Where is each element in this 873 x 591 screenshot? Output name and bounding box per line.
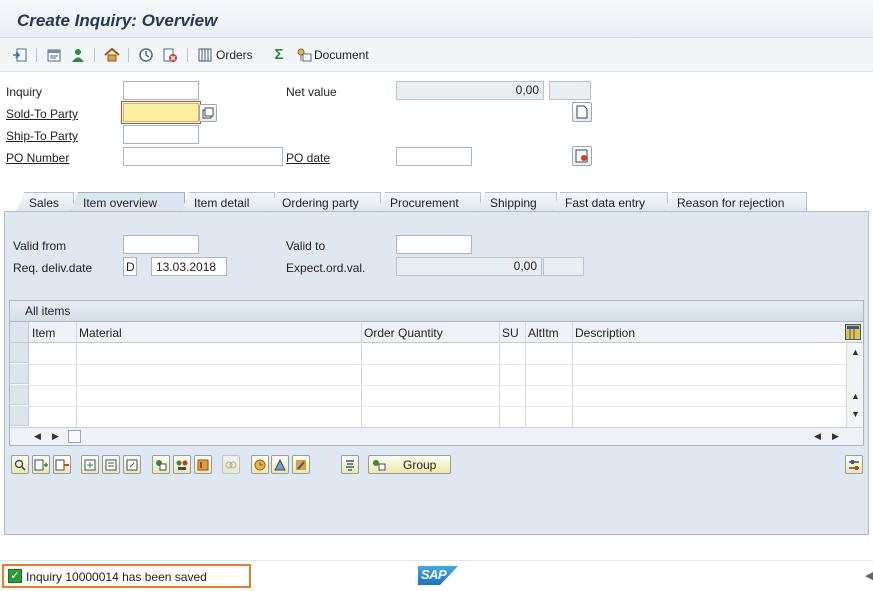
home-icon[interactable] — [104, 47, 120, 63]
table-row[interactable] — [29, 385, 846, 386]
item-details-icon[interactable] — [11, 455, 29, 474]
title-bar: Create Inquiry: Overview — [0, 0, 873, 38]
scroll-up-icon[interactable]: ▲ — [851, 347, 860, 357]
scroll-down-icon[interactable]: ▼ — [851, 409, 860, 419]
config-icon[interactable] — [152, 455, 170, 474]
net-value-field: 0,00 — [396, 81, 544, 100]
schedule-lines-icon[interactable] — [251, 455, 269, 474]
select-block-icon[interactable] — [102, 455, 120, 474]
scroll-left-end-icon[interactable]: ◀ — [814, 431, 821, 442]
po-document-icon[interactable] — [572, 146, 592, 166]
delete-row-icon[interactable] — [53, 455, 71, 474]
select-all-icon[interactable] — [81, 455, 99, 474]
tab-shipping[interactable]: Shipping — [477, 192, 557, 212]
cancel-status-icon[interactable] — [162, 47, 178, 63]
sold-to-label[interactable]: Sold-To Party — [6, 107, 78, 121]
po-number-label[interactable]: PO Number — [6, 151, 69, 165]
table-config-icon[interactable] — [845, 455, 863, 474]
table-header: Item Material Order Quantity SU AltItm D… — [10, 322, 863, 343]
po-date-label[interactable]: PO date — [286, 151, 330, 165]
table-settings-icon[interactable] — [845, 324, 861, 340]
column-header-material[interactable]: Material — [79, 326, 122, 340]
horizontal-scrollbar[interactable]: ◀ ▶ ◀ ▶ — [10, 427, 863, 445]
page-title: Create Inquiry: Overview — [17, 11, 218, 30]
column-header-item[interactable]: Item — [32, 326, 55, 340]
inquiry-label: Inquiry — [6, 85, 43, 99]
group-button-label: Group — [403, 457, 437, 472]
scroll-up-step-icon[interactable]: ▲ — [851, 391, 860, 401]
table-title: All items — [10, 301, 863, 322]
sap-logo: SAP — [418, 566, 458, 585]
edit-icon[interactable] — [292, 455, 310, 474]
net-value-label: Net value — [286, 85, 337, 99]
row-selector[interactable] — [10, 406, 29, 426]
ship-to-field[interactable] — [123, 125, 199, 144]
inquiry-field[interactable] — [123, 81, 199, 100]
availability-icon[interactable] — [271, 455, 289, 474]
req-deliv-date-field[interactable] — [151, 257, 227, 276]
tab-item-overview[interactable]: Item overview — [70, 192, 185, 212]
pricing-icon[interactable] — [194, 455, 212, 474]
column-header-su[interactable]: SU — [502, 326, 519, 340]
header-details-icon[interactable] — [46, 47, 62, 63]
scroll-left-icon[interactable]: ◀ — [34, 431, 41, 442]
sold-to-field[interactable] — [121, 101, 201, 124]
disabled-copy-icon — [222, 455, 240, 474]
display-doc-flow-icon[interactable] — [12, 47, 28, 63]
valid-to-field[interactable] — [396, 235, 472, 254]
document-button-label[interactable]: Document — [314, 48, 369, 62]
ship-to-label[interactable]: Ship-To Party — [6, 129, 78, 143]
group-button[interactable]: Group — [368, 455, 451, 474]
scroll-right-end-icon[interactable]: ▶ — [832, 431, 839, 442]
expect-ord-val-label: Expect.ord.val. — [286, 261, 366, 275]
application-toolbar: Orders Σ Document — [0, 38, 873, 72]
create-document-icon[interactable] — [572, 102, 592, 122]
expect-ord-val-field: 0,00 — [396, 257, 542, 276]
po-date-field[interactable] — [396, 147, 472, 166]
deselect-all-icon[interactable] — [123, 455, 141, 474]
column-header-order-quantity[interactable]: Order Quantity — [364, 326, 443, 340]
net-value-currency-field — [549, 81, 591, 100]
business-partner-icon[interactable] — [70, 47, 86, 63]
scroll-right-icon[interactable]: ▶ — [52, 431, 59, 442]
document-icon[interactable] — [296, 47, 312, 63]
table-row[interactable] — [29, 364, 846, 365]
insert-row-icon[interactable] — [32, 455, 50, 474]
row-selector[interactable] — [10, 385, 29, 405]
sigma-icon[interactable]: Σ — [271, 47, 287, 63]
stock-overview-icon[interactable] — [138, 47, 154, 63]
items-table: All items Item Material Order Quantity S… — [9, 300, 864, 446]
status-expand-icon[interactable]: ◀ — [865, 569, 873, 582]
orders-button-label[interactable]: Orders — [216, 48, 253, 62]
status-message-text: Inquiry 10000014 has been saved — [26, 570, 207, 584]
partner-icon[interactable] — [173, 455, 191, 474]
req-deliv-date-label: Req. deliv.date — [13, 261, 93, 275]
status-bar: ✓ Inquiry 10000014 has been saved SAP ◀ — [0, 560, 873, 591]
status-message[interactable]: ✓ Inquiry 10000014 has been saved — [2, 564, 251, 588]
valid-to-label: Valid to — [286, 239, 326, 253]
sort-icon[interactable] — [341, 455, 359, 474]
value-help-icon[interactable] — [199, 104, 217, 122]
table-row[interactable] — [29, 406, 846, 407]
row-selector[interactable] — [10, 364, 29, 384]
select-all-cell[interactable] — [10, 322, 29, 342]
tab-fast-data-entry[interactable]: Fast data entry — [552, 192, 668, 212]
valid-from-field[interactable] — [123, 235, 199, 254]
success-check-icon: ✓ — [8, 569, 22, 583]
row-selector[interactable] — [10, 343, 29, 363]
scroll-thumb[interactable] — [68, 430, 81, 443]
vertical-scrollbar[interactable]: ▲ ▲ ▼ — [846, 343, 863, 427]
tab-sales[interactable]: Sales — [16, 192, 74, 212]
expect-ord-currency-field — [543, 257, 584, 276]
req-deliv-type-field[interactable] — [123, 257, 137, 276]
tab-procurement[interactable]: Procurement — [377, 192, 481, 212]
column-header-description[interactable]: Description — [575, 326, 635, 340]
po-number-field[interactable] — [123, 147, 283, 166]
valid-from-label: Valid from — [13, 239, 67, 253]
orders-icon[interactable] — [197, 47, 213, 63]
tab-item-detail[interactable]: Item detail — [181, 192, 275, 212]
tab-ordering-party[interactable]: Ordering party — [269, 192, 381, 212]
tab-reason-for-rejection[interactable]: Reason for rejection — [664, 192, 807, 212]
column-header-altitm[interactable]: AltItm — [528, 326, 559, 340]
